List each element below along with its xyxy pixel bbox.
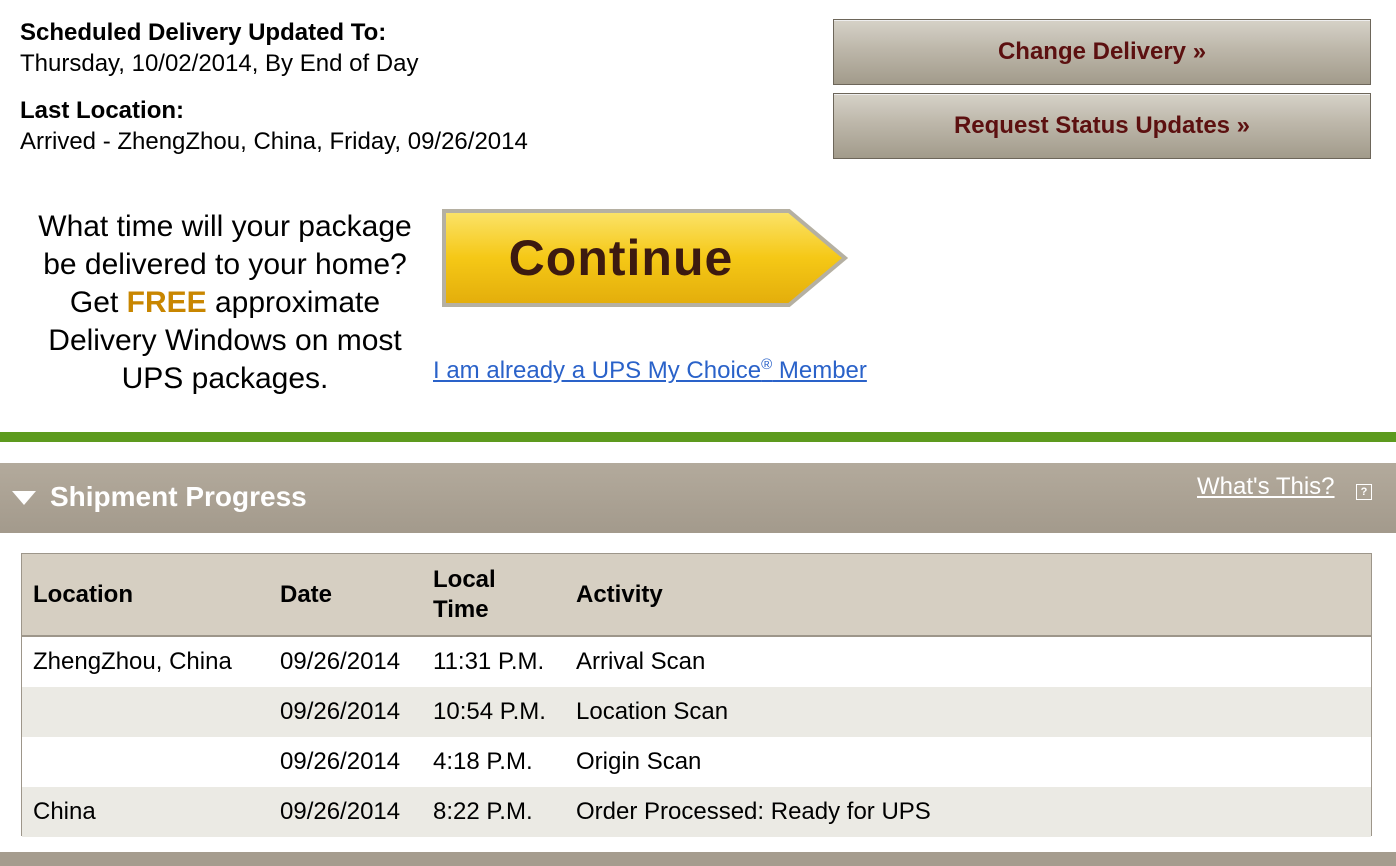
cell-location: [22, 737, 269, 787]
cell-date: 09/26/2014: [280, 748, 401, 775]
whats-this-link[interactable]: What's This?: [1197, 473, 1335, 501]
change-delivery-button[interactable]: Change Delivery »: [833, 19, 1371, 85]
continue-label: Continue: [508, 230, 734, 286]
cell-activity: Order Processed: Ready for UPS: [576, 798, 931, 825]
table-header-row: Location Date Local Time Activity: [22, 554, 1371, 636]
cell-location: China: [33, 798, 96, 825]
cell-activity: Location Scan: [576, 698, 729, 725]
my-choice-member-link[interactable]: I am already a UPS My Choice® Member: [433, 356, 867, 385]
shipment-progress-table: Location Date Local Time Activity ZhengZ…: [21, 553, 1372, 837]
member-link-text: Member: [772, 357, 867, 384]
help-icon[interactable]: ?: [1356, 484, 1372, 500]
cell-location: ZhengZhou, China: [33, 648, 232, 675]
promo-text: Get: [69, 286, 127, 319]
column-header-location: Location: [33, 580, 133, 608]
shipment-progress-header[interactable]: Shipment Progress What's This? ?: [0, 463, 1396, 533]
free-highlight: FREE: [126, 286, 207, 319]
promo-line: What time will your package: [38, 210, 412, 243]
promo-text: approximate: [206, 286, 381, 319]
column-header-activity: Activity: [576, 580, 663, 608]
cell-date: 09/26/2014: [280, 698, 401, 725]
delivery-summary: Scheduled Delivery Updated To: Thursday,…: [0, 0, 1396, 432]
column-header-local-time: Local Time: [422, 554, 565, 636]
promo-line: Get FREE approximate: [20, 284, 430, 322]
table-row: 09/26/2014 4:18 P.M. Origin Scan: [22, 737, 1371, 787]
member-link-text: I am already a UPS My Choice: [433, 357, 762, 384]
request-status-updates-button[interactable]: Request Status Updates »: [833, 93, 1371, 159]
last-location-label: Last Location:: [20, 97, 185, 124]
collapse-triangle-icon[interactable]: [12, 491, 36, 505]
cell-date: 09/26/2014: [280, 648, 401, 675]
next-section-header: [0, 852, 1396, 866]
promo-line: UPS packages.: [121, 362, 329, 395]
cell-time: 10:54 P.M.: [433, 698, 546, 725]
cell-activity: Arrival Scan: [576, 648, 706, 675]
cell-location: [22, 687, 269, 737]
promo-line: Delivery Windows on most: [48, 324, 402, 357]
cell-time: 8:22 P.M.: [433, 798, 533, 825]
column-header-date: Date: [280, 580, 333, 608]
section-divider: [0, 432, 1396, 442]
section-title: Shipment Progress: [50, 481, 307, 512]
cell-activity: Origin Scan: [576, 748, 702, 775]
cell-time: 11:31 P.M.: [433, 648, 545, 675]
table-row: 09/26/2014 10:54 P.M. Location Scan: [22, 687, 1371, 737]
registered-mark: ®: [761, 356, 773, 373]
promo-line: be delivered to your home?: [43, 248, 407, 281]
local-time-header-text: Local Time: [433, 565, 496, 623]
scheduled-delivery-value: Thursday, 10/02/2014, By End of Day: [20, 50, 419, 77]
progress-table: Location Date Local Time Activity ZhengZ…: [22, 554, 1371, 837]
my-choice-promo: What time will your package be delivered…: [20, 208, 430, 398]
cell-date: 09/26/2014: [280, 798, 401, 825]
continue-button[interactable]: Continue: [441, 208, 849, 308]
delivery-info: Scheduled Delivery Updated To: Thursday,…: [20, 18, 820, 174]
table-row: ZhengZhou, China 09/26/2014 11:31 P.M. A…: [22, 636, 1371, 687]
last-location-value: Arrived - ZhengZhou, China, Friday, 09/2…: [20, 128, 528, 155]
table-row: China 09/26/2014 8:22 P.M. Order Process…: [22, 787, 1371, 837]
cell-time: 4:18 P.M.: [433, 748, 533, 775]
scheduled-delivery-label: Scheduled Delivery Updated To:: [20, 19, 387, 46]
